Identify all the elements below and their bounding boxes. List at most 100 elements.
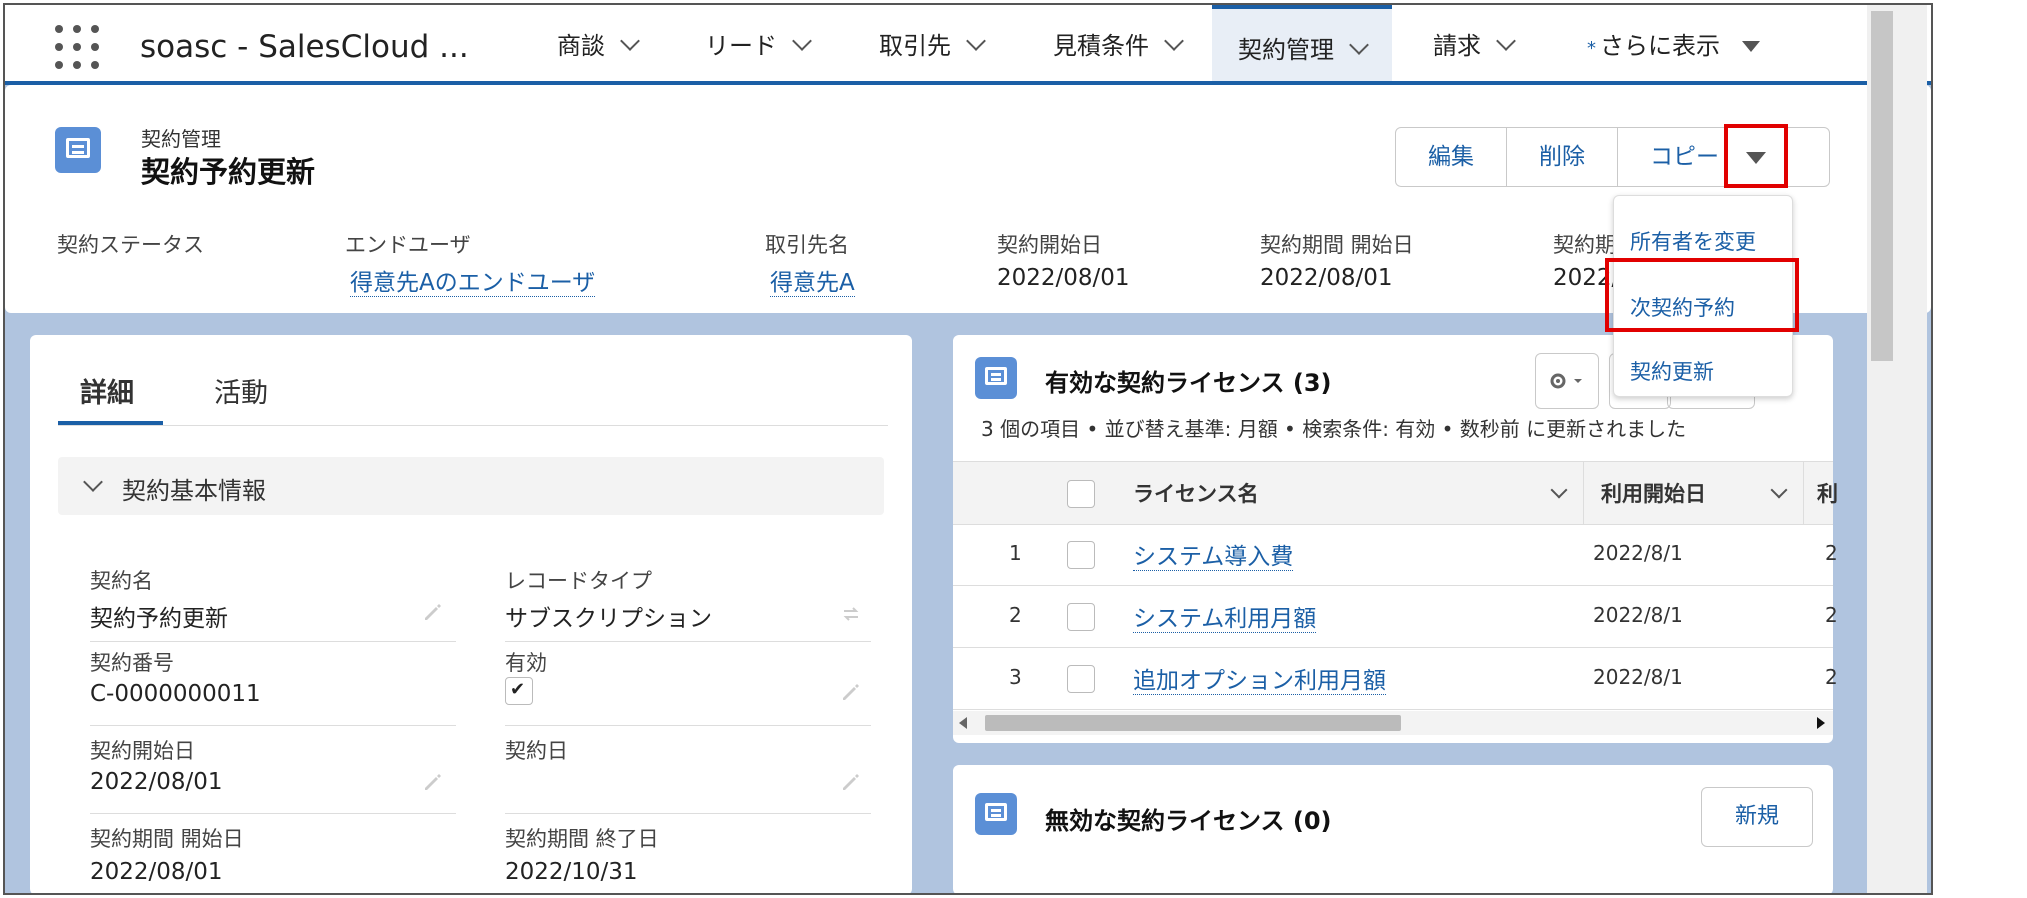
menu-item-contract-renewal[interactable]: 契約更新 [1630, 356, 1714, 386]
pencil-icon[interactable] [422, 771, 444, 793]
horizontal-scrollbar[interactable] [953, 711, 1833, 735]
swap-icon[interactable] [840, 603, 862, 625]
app-name: soasc - SalesCloud ... [140, 29, 469, 65]
active-checkbox: ✔ [505, 677, 533, 705]
chevron-down-icon[interactable] [620, 31, 640, 51]
browser-frame: soasc - SalesCloud ... 商談 リード 取引先 見積条件 契… [3, 3, 1933, 895]
highlight-field-label: 契約ステータス [57, 233, 204, 257]
scroll-left-icon[interactable] [959, 717, 969, 729]
nav-more-label: さらに表示 [1600, 32, 1720, 60]
chevron-down-icon[interactable] [966, 31, 986, 51]
tab-divider [58, 425, 888, 426]
license-icon [975, 793, 1017, 835]
app-launcher-icon[interactable] [55, 25, 99, 69]
nav-more-menu[interactable]: * さらに表示 [1575, 5, 1772, 81]
field-value: C-0000000011 [90, 681, 261, 707]
chevron-down-icon[interactable] [1496, 31, 1516, 51]
nav-item-billing[interactable]: 請求 [1421, 5, 1525, 81]
tab-detail[interactable]: 詳細 [80, 371, 134, 410]
highlight-field-value: 2022/08/01 [997, 265, 1130, 291]
license-icon [975, 357, 1017, 399]
nav-item-account[interactable]: 取引先 [867, 5, 995, 81]
row-number: 1 [1009, 541, 1022, 565]
row-number: 3 [1009, 665, 1022, 689]
highlight-field-label: 契約開始日 [997, 233, 1102, 257]
chevron-down-icon [83, 472, 103, 492]
field-divider [505, 725, 871, 726]
truncated-cell: 2 [1825, 541, 1838, 565]
nav-item-lead[interactable]: リード [693, 5, 821, 81]
menu-item-change-owner[interactable]: 所有者を変更 [1630, 226, 1756, 256]
column-divider [1583, 462, 1584, 524]
select-all-checkbox[interactable] [1067, 480, 1095, 508]
new-button[interactable]: 新規 [1701, 787, 1813, 847]
field-divider [505, 641, 871, 642]
field-value: 2022/08/01 [90, 769, 223, 795]
field-value: 契約予約更新 [90, 606, 228, 632]
list-meta-info: 3 個の項目 • 並び替え基準: 月額 • 検索条件: 有効 • 数秒前 に更新… [981, 417, 1687, 441]
nav-item-label: 契約管理 [1238, 36, 1334, 64]
row-checkbox[interactable] [1067, 541, 1095, 569]
page-scrollbar-thumb[interactable] [1871, 11, 1893, 361]
field-label: 契約番号 [90, 651, 174, 675]
nav-item-opportunity[interactable]: 商談 [545, 5, 649, 81]
highlight-box [1605, 258, 1799, 332]
more-actions-button[interactable] [1724, 124, 1788, 188]
unsaved-mark: * [1587, 38, 1596, 59]
caret-down-icon [1746, 152, 1766, 164]
card-title: 無効な契約ライセンス (0) [1045, 807, 1332, 835]
start-date-cell: 2022/8/1 [1593, 603, 1683, 627]
object-label: 契約管理 [141, 127, 221, 151]
table-row: 3 追加オプション利用月額 2022/8/1 2 [953, 647, 1838, 710]
inactive-licenses-card: 無効な契約ライセンス (0) 新規 [953, 765, 1833, 893]
nav-item-quote-terms[interactable]: 見積条件 [1041, 5, 1193, 81]
column-header-truncated[interactable]: 利 [1817, 478, 1838, 508]
chevron-down-icon[interactable] [792, 31, 812, 51]
chevron-down-icon[interactable] [1349, 35, 1369, 55]
caret-down-icon[interactable] [1742, 41, 1760, 52]
section-header-basic-info[interactable]: 契約基本情報 [58, 457, 884, 515]
highlight-field-label: 取引先名 [765, 233, 849, 257]
license-name-link[interactable]: システム導入費 [1133, 537, 1294, 571]
field-label: 契約開始日 [90, 739, 195, 763]
start-date-cell: 2022/8/1 [1593, 541, 1683, 565]
nav-item-contract-management[interactable]: 契約管理 [1212, 5, 1392, 81]
gear-icon [1550, 373, 1582, 389]
license-name-link[interactable]: システム利用月額 [1133, 599, 1317, 633]
field-label: 契約日 [505, 739, 568, 763]
start-date-cell: 2022/8/1 [1593, 665, 1683, 689]
chevron-down-icon[interactable] [1550, 481, 1568, 499]
scrollbar-thumb[interactable] [985, 715, 1401, 731]
account-link[interactable]: 得意先A [770, 263, 855, 297]
section-title: 契約基本情報 [122, 477, 266, 505]
record-title: 契約予約更新 [141, 155, 316, 189]
pencil-icon[interactable] [422, 601, 444, 623]
pencil-icon[interactable] [840, 771, 862, 793]
nav-item-label: 請求 [1433, 32, 1481, 60]
row-number: 2 [1009, 603, 1022, 627]
field-value: 2022/10/31 [505, 859, 638, 885]
row-checkbox[interactable] [1067, 665, 1095, 693]
column-header-license-name[interactable]: ライセンス名 [1133, 478, 1259, 508]
field-label: 有効 [505, 651, 547, 675]
field-label: レコードタイプ [505, 569, 652, 593]
license-name-link[interactable]: 追加オプション利用月額 [1133, 661, 1386, 695]
table-header: ライセンス名 利用開始日 利 [953, 461, 1838, 525]
field-label: 契約期間 終了日 [505, 827, 659, 851]
nav-item-label: リード [705, 32, 777, 60]
chevron-down-icon[interactable] [1770, 481, 1788, 499]
settings-button[interactable] [1535, 353, 1599, 409]
scroll-right-icon[interactable] [1815, 717, 1825, 729]
column-header-start-date[interactable]: 利用開始日 [1601, 478, 1706, 508]
tab-activity[interactable]: 活動 [214, 371, 268, 410]
detail-panel: 詳細 活動 契約基本情報 契約名 契約予約更新 レコードタイプ サブスクリプショ… [30, 335, 912, 893]
pencil-icon[interactable] [840, 681, 862, 703]
field-divider [505, 813, 871, 814]
end-user-link[interactable]: 得意先Aのエンドユーザ [350, 263, 596, 297]
field-divider [90, 725, 456, 726]
chevron-down-icon[interactable] [1164, 31, 1184, 51]
edit-button[interactable]: 編集 [1396, 128, 1507, 186]
delete-button[interactable]: 削除 [1507, 128, 1618, 186]
row-checkbox[interactable] [1067, 603, 1095, 631]
nav-item-label: 取引先 [879, 32, 951, 60]
